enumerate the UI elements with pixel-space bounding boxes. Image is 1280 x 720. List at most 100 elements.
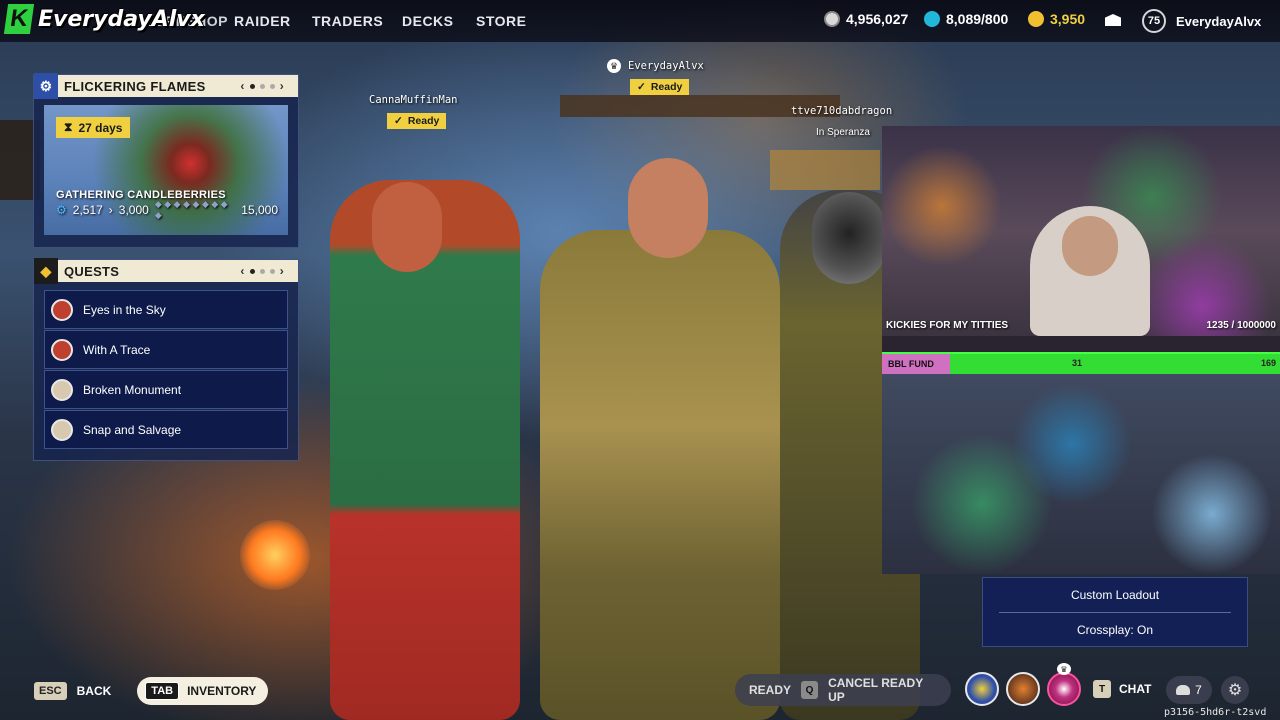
quest-list: Eyes in the Sky With A Trace Broken Monu…: [44, 290, 288, 449]
currency-coins: 4,956,027: [824, 11, 908, 27]
pager-dot: [259, 83, 265, 89]
pager-dot: [269, 268, 275, 274]
quests-pager[interactable]: ‹ ›: [240, 264, 284, 278]
quest-giver-avatar: [51, 418, 73, 441]
event-panel-title: FLICKERING FLAMES: [64, 78, 206, 94]
gear-icon: ⚙: [56, 203, 67, 217]
quest-giver-avatar: [51, 338, 73, 361]
chevron-left-icon[interactable]: ‹: [240, 264, 244, 278]
check-icon: ✓: [637, 81, 646, 93]
webcam-overlay: KICKIES FOR MY TITTIES 1235 / 1000000 BB…: [882, 126, 1280, 574]
fire-barrel: [240, 520, 310, 590]
currency-gold: 3,950: [1028, 11, 1085, 27]
player-level-badge[interactable]: 75: [1142, 9, 1166, 33]
top-nav-bar: WORKSHOP K EverydayAlvx RAIDER TRADERS D…: [0, 0, 1280, 42]
ready-controls: READY Q CANCEL READY UP: [735, 674, 951, 706]
loadout-menu: Custom Loadout Crossplay: On: [982, 577, 1248, 647]
friends-icon: [1176, 685, 1191, 695]
tokens-amount: 8,089/800: [946, 11, 1009, 27]
event-card[interactable]: ⧗ 27 days GATHERING CANDLEBERRIES ⚙ 2,51…: [44, 105, 288, 235]
esc-key-hint: ESC: [34, 682, 67, 700]
quest-item[interactable]: Snap and Salvage: [44, 410, 288, 449]
event-panel: ⚙ FLICKERING FLAMES ‹ › ⧗ 27 days GATHER…: [33, 73, 299, 248]
stream-goal-progress: 1235 / 1000000: [1206, 320, 1276, 331]
t-key-hint: T: [1093, 680, 1111, 698]
stream-goal: KICKIES FOR MY TITTIES 1235 / 1000000: [882, 320, 1280, 338]
session-id: p3156-5hd6r-t2svd: [1164, 707, 1267, 718]
player-name-leader: EverydayAlvx: [628, 60, 704, 72]
gold-coins-icon: [1028, 11, 1044, 27]
gold-amount: 3,950: [1050, 11, 1086, 27]
party-leader-avatar[interactable]: [1047, 672, 1081, 706]
nav-store[interactable]: STORE: [476, 13, 526, 29]
pager-dot: [249, 268, 255, 274]
ready-status-left: ✓ Ready: [387, 113, 447, 129]
chevron-right-icon[interactable]: ›: [280, 264, 284, 278]
raider-head-center: [628, 158, 708, 258]
quest-item[interactable]: Broken Monument: [44, 370, 288, 409]
profile-username[interactable]: EverydayAlvx: [1176, 14, 1261, 29]
raider-character-center: [540, 230, 780, 720]
progress-current: 2,517: [72, 203, 103, 217]
quest-item[interactable]: Eyes in the Sky: [44, 290, 288, 329]
player-location-right: In Speranza: [816, 127, 870, 138]
nav-decks[interactable]: DECKS: [402, 13, 454, 29]
quest-giver-avatar: [51, 378, 73, 401]
ready-status-text: Ready: [650, 81, 683, 93]
player-name-left: CannaMuffinMan: [369, 94, 458, 106]
inventory-button[interactable]: TAB INVENTORY: [137, 677, 269, 705]
friends-button[interactable]: 7: [1166, 676, 1212, 704]
chevron-right-icon[interactable]: ›: [280, 79, 284, 93]
quest-label: Eyes in the Sky: [83, 302, 166, 317]
cancel-ready-button[interactable]: CANCEL READY UP: [828, 676, 937, 704]
coins-amount: 4,956,027: [846, 11, 909, 27]
ready-status-leader: ✓ Ready: [630, 79, 690, 95]
bottom-left-actions: ESC BACK TAB INVENTORY: [34, 677, 269, 705]
currency-tokens: 8,089/800: [924, 11, 1008, 27]
chat-button[interactable]: T CHAT: [1093, 680, 1151, 698]
crown-icon: ♛: [1057, 663, 1071, 675]
quest-item[interactable]: With A Trace: [44, 330, 288, 369]
days-remaining-badge: ⧗ 27 days: [56, 117, 131, 138]
party-member-avatar[interactable]: [965, 672, 999, 706]
pager-dot: [269, 83, 275, 89]
back-button[interactable]: ESC BACK: [34, 682, 111, 700]
chat-label: CHAT: [1119, 682, 1152, 696]
raider-head-left: [372, 182, 442, 272]
mail-icon[interactable]: [1105, 14, 1121, 26]
token-icon: [924, 11, 940, 27]
party-leader-crown-icon: ♛: [607, 59, 621, 73]
fund-label: BBL FUND: [882, 354, 950, 374]
event-pager[interactable]: ‹ ›: [240, 79, 284, 93]
nav-traders[interactable]: TRADERS: [312, 13, 383, 29]
check-icon: ✓: [394, 115, 403, 127]
friends-count: 7: [1195, 683, 1202, 697]
ready-button[interactable]: READY: [749, 683, 791, 697]
fund-current: 31: [1072, 358, 1083, 368]
pager-dot: [249, 83, 255, 89]
nav-raider[interactable]: RAIDER: [234, 13, 291, 29]
q-key-hint: Q: [801, 681, 819, 699]
crossplay-toggle[interactable]: Crossplay: On: [999, 612, 1231, 646]
days-remaining-text: 27 days: [78, 120, 123, 135]
custom-loadout-option[interactable]: Custom Loadout: [983, 578, 1247, 612]
settings-gear-icon[interactable]: ⚙: [1221, 676, 1249, 704]
quest-label: Snap and Salvage: [83, 422, 182, 437]
stream-watermark: K EverydayAlvx: [3, 2, 205, 36]
player-name-right: ttve710dabdragon: [791, 105, 893, 117]
streamer-name-watermark: EverydayAlvx: [38, 6, 205, 32]
ready-status-text: Ready: [407, 115, 440, 127]
streamer-head: [1062, 216, 1118, 276]
coin-icon: [824, 11, 840, 27]
quest-diamond-icon: ◆: [34, 258, 58, 284]
webcam-feed-bottom: [882, 374, 1280, 574]
party-member-avatar[interactable]: [1006, 672, 1040, 706]
progress-max: 15,000: [241, 203, 278, 217]
quests-panel-header: ◆ QUESTS ‹ ›: [34, 258, 298, 284]
chevron-right-icon: ›: [108, 203, 113, 217]
tab-key-hint: TAB: [145, 682, 180, 700]
progress-milestones: ◆ ◆ ◆ ◆ ◆ ◆ ◆ ◆ ◆: [154, 199, 228, 220]
quests-panel-title: QUESTS: [64, 263, 120, 279]
inventory-label: INVENTORY: [187, 684, 257, 698]
chevron-left-icon[interactable]: ‹: [240, 79, 244, 93]
